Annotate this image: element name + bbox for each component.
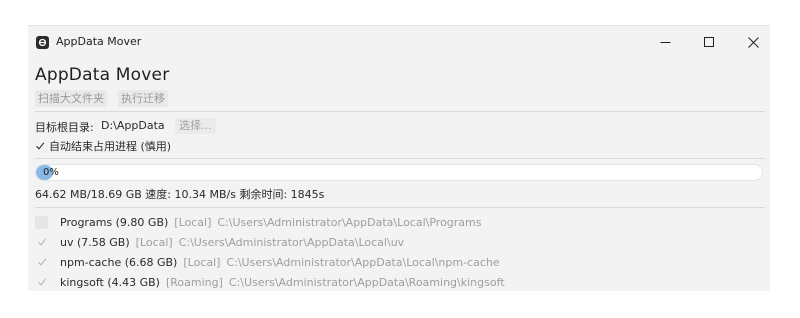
app-logo-icon bbox=[36, 36, 49, 49]
list-item[interactable]: kingsoft (4.43 GB) [Roaming] C:\Users\Ad… bbox=[35, 272, 765, 291]
folder-path: C:\Users\Administrator\AppData\Roaming\k… bbox=[228, 275, 505, 289]
folder-name: kingsoft (4.43 GB) bbox=[60, 275, 160, 289]
folder-list: Programs (9.80 GB) [Local] C:\Users\Admi… bbox=[35, 212, 765, 291]
autokill-checkbox[interactable]: 自动结束占用进程 (慎用) bbox=[35, 138, 171, 154]
minimize-icon bbox=[660, 37, 671, 48]
progress-percent: 0% bbox=[43, 167, 59, 178]
folder-checkbox[interactable] bbox=[35, 236, 48, 249]
folder-location-tag: [Roaming] bbox=[165, 275, 223, 289]
checkmark-icon bbox=[37, 278, 46, 286]
folder-name: Programs (9.80 GB) bbox=[60, 215, 169, 229]
checkmark-icon bbox=[35, 140, 45, 152]
list-item[interactable]: Programs (9.80 GB) [Local] C:\Users\Admi… bbox=[35, 212, 765, 232]
folder-checkbox[interactable] bbox=[35, 256, 48, 269]
folder-checkbox[interactable] bbox=[35, 276, 48, 289]
folder-location-tag: [Local] bbox=[135, 235, 173, 249]
target-dir-value: D:\AppData bbox=[101, 119, 165, 132]
list-item[interactable]: uv (7.58 GB) [Local] C:\Users\Administra… bbox=[35, 232, 765, 252]
divider bbox=[35, 207, 765, 208]
folder-path: C:\Users\Administrator\AppData\Local\uv bbox=[178, 235, 405, 249]
progress-bar: 0% bbox=[35, 164, 763, 181]
window-title: AppData Mover bbox=[56, 35, 142, 48]
list-item[interactable]: npm-cache (6.68 GB) [Local] C:\Users\Adm… bbox=[35, 252, 765, 272]
folder-name: uv (7.58 GB) bbox=[60, 235, 130, 249]
app-window: AppData Mover AppData Mover 扫描大文件夹 执行迁移 … bbox=[28, 25, 770, 291]
target-dir-label: 目标根目录: bbox=[35, 121, 94, 134]
divider bbox=[35, 111, 765, 112]
folder-name: npm-cache (6.68 GB) bbox=[60, 255, 178, 269]
folder-path: C:\Users\Administrator\AppData\Local\npm… bbox=[226, 255, 500, 269]
checkmark-icon bbox=[37, 238, 46, 246]
close-button[interactable] bbox=[730, 26, 770, 58]
tab-scan-large-folders[interactable]: 扫描大文件夹 bbox=[35, 90, 107, 107]
maximize-icon bbox=[703, 36, 715, 48]
app-heading: AppData Mover bbox=[35, 65, 170, 85]
minimize-button[interactable] bbox=[642, 26, 688, 58]
folder-location-tag: [Local] bbox=[183, 255, 221, 269]
folder-checkbox[interactable] bbox=[35, 215, 48, 229]
select-dir-button[interactable]: 选择... bbox=[175, 118, 216, 134]
transfer-stats: 64.62 MB/18.69 GB 速度: 10.34 MB/s 剩余时间: 1… bbox=[35, 188, 325, 201]
maximize-button[interactable] bbox=[686, 26, 732, 58]
checkmark-icon bbox=[37, 258, 46, 266]
autokill-label: 自动结束占用进程 (慎用) bbox=[49, 140, 172, 153]
folder-location-tag: [Local] bbox=[174, 215, 212, 229]
divider bbox=[35, 158, 765, 159]
title-bar: AppData Mover bbox=[28, 26, 770, 58]
close-icon bbox=[747, 36, 759, 48]
folder-path: C:\Users\Administrator\AppData\Local\Pro… bbox=[217, 215, 482, 229]
tab-execute-migration[interactable]: 执行迁移 bbox=[118, 90, 168, 107]
